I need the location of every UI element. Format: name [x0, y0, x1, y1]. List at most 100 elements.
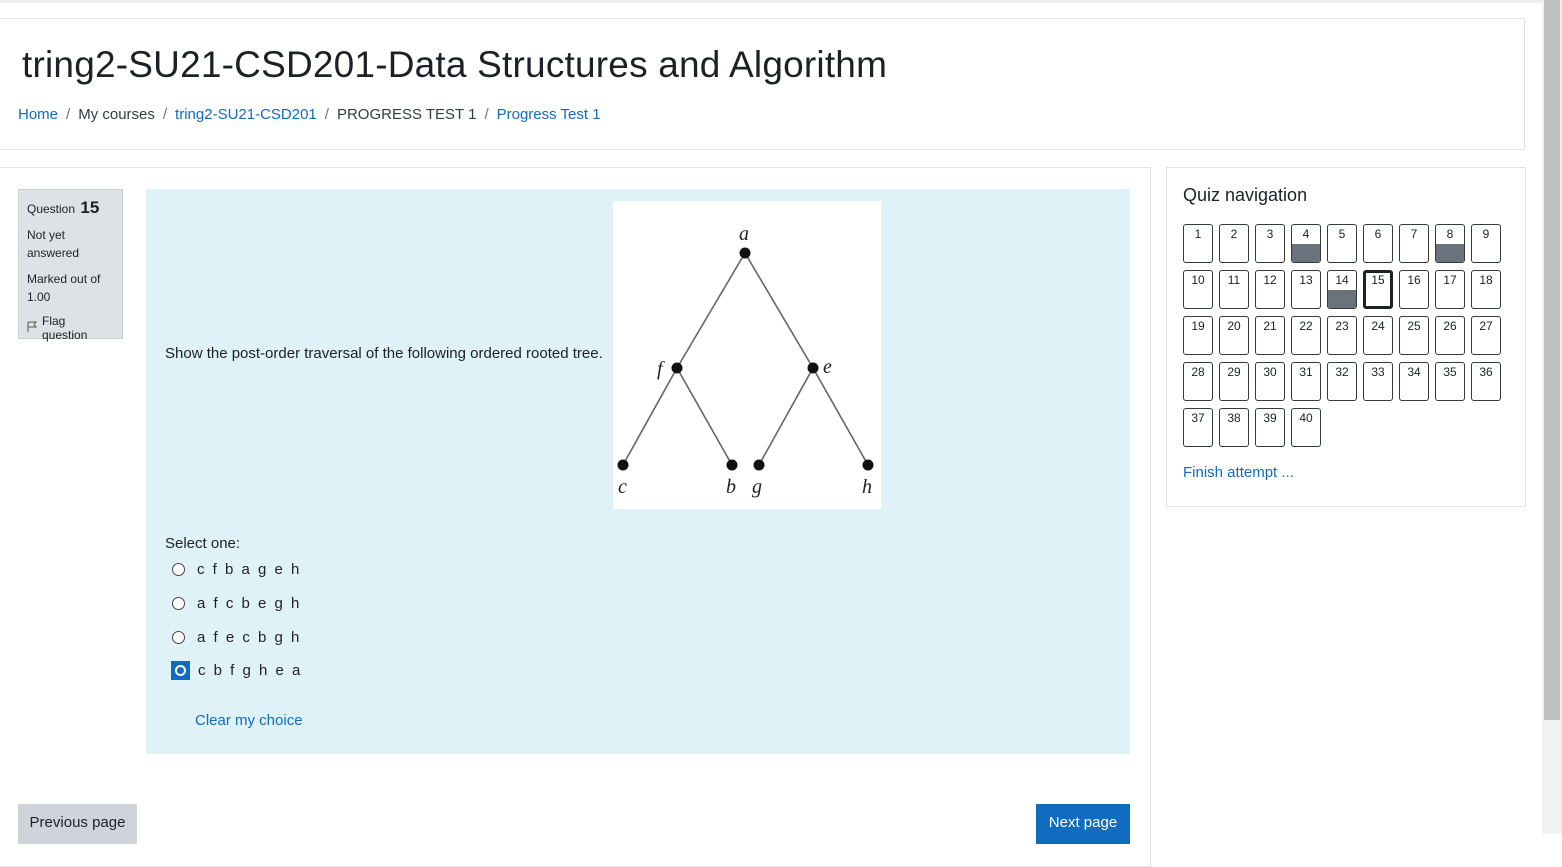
quiz-navigation-title: Quiz navigation — [1183, 185, 1308, 205]
breadcrumb-separator: / — [484, 106, 489, 123]
quiz-nav-button-1[interactable]: 1 — [1183, 224, 1213, 263]
quiz-nav-button-5[interactable]: 5 — [1327, 224, 1357, 263]
quiz-nav-button-3[interactable]: 3 — [1255, 224, 1285, 263]
breadcrumb-section: PROGRESS TEST 1 — [336, 106, 477, 123]
quiz-nav-number: 30 — [1263, 365, 1277, 379]
quiz-nav-button-9[interactable]: 9 — [1471, 224, 1501, 263]
tree-label-e: e — [823, 356, 832, 378]
quiz-nav-number: 28 — [1191, 365, 1205, 379]
question-info: Question 15 Not yet answered Marked out … — [18, 189, 123, 342]
quiz-nav-button-22[interactable]: 22 — [1291, 316, 1321, 355]
quiz-nav-number: 26 — [1443, 319, 1457, 333]
quiz-nav-number: 9 — [1482, 227, 1490, 241]
tree-label-c: c — [618, 476, 627, 498]
quiz-nav-number: 19 — [1191, 319, 1205, 333]
quiz-nav-button-8[interactable]: 8 — [1435, 224, 1465, 263]
quiz-nav-button-24[interactable]: 24 — [1363, 316, 1393, 355]
quiz-nav-button-7[interactable]: 7 — [1399, 224, 1429, 263]
quiz-nav-button-40[interactable]: 40 — [1291, 408, 1321, 447]
quiz-nav-button-10[interactable]: 10 — [1183, 270, 1213, 309]
tree-node-e — [807, 362, 819, 374]
quiz-nav-button-31[interactable]: 31 — [1291, 362, 1321, 401]
quiz-nav-button-39[interactable]: 39 — [1255, 408, 1285, 447]
quiz-nav-number: 1 — [1194, 227, 1202, 241]
quiz-nav-button-35[interactable]: 35 — [1435, 362, 1465, 401]
quiz-nav-button-38[interactable]: 38 — [1219, 408, 1249, 447]
tree-node-g — [753, 459, 765, 471]
quiz-nav-number: 37 — [1191, 411, 1205, 425]
quiz-nav-button-27[interactable]: 27 — [1471, 316, 1501, 355]
flag-question-button[interactable]: Flag question — [27, 314, 114, 342]
scrollbar-thumb[interactable] — [1544, 0, 1560, 720]
answer-option-1[interactable]: c f b a g e h — [172, 561, 301, 578]
quiz-nav-button-4[interactable]: 4 — [1291, 224, 1321, 263]
question-label: Question — [27, 202, 76, 216]
tree-node-h — [862, 459, 874, 471]
quiz-nav-button-26[interactable]: 26 — [1435, 316, 1465, 355]
quiz-nav-button-28[interactable]: 28 — [1183, 362, 1213, 401]
tree-label-a: a — [739, 223, 749, 245]
quiz-nav-button-18[interactable]: 18 — [1471, 270, 1501, 309]
tree-label-b: b — [726, 476, 736, 498]
select-one-label: Select one: — [165, 535, 241, 552]
radio-button[interactable] — [172, 597, 185, 610]
quiz-nav-button-33[interactable]: 33 — [1363, 362, 1393, 401]
quiz-nav-number: 3 — [1266, 227, 1274, 241]
answered-indicator — [1436, 244, 1464, 262]
quiz-nav-button-11[interactable]: 11 — [1219, 270, 1249, 309]
tree-label-g: g — [752, 476, 762, 498]
quiz-nav-button-17[interactable]: 17 — [1435, 270, 1465, 309]
quiz-nav-button-20[interactable]: 20 — [1219, 316, 1249, 355]
breadcrumb-home[interactable]: Home — [18, 106, 58, 123]
answer-option-3[interactable]: a f e c b g h — [172, 629, 301, 646]
quiz-nav-button-19[interactable]: 19 — [1183, 316, 1213, 355]
quiz-nav-number: 31 — [1299, 365, 1313, 379]
quiz-nav-button-14[interactable]: 14 — [1327, 270, 1357, 309]
clear-choice-link[interactable]: Clear my choice — [195, 712, 303, 729]
quiz-nav-button-15[interactable]: 15 — [1363, 270, 1393, 309]
question-state: Not yet answered — [27, 228, 80, 260]
quiz-nav-button-13[interactable]: 13 — [1291, 270, 1321, 309]
quiz-nav-button-2[interactable]: 2 — [1219, 224, 1249, 263]
quiz-nav-button-16[interactable]: 16 — [1399, 270, 1429, 309]
quiz-nav-number: 11 — [1227, 273, 1241, 287]
quiz-nav-button-37[interactable]: 37 — [1183, 408, 1213, 447]
quiz-nav-number: 12 — [1263, 273, 1277, 287]
quiz-nav-number: 21 — [1263, 319, 1277, 333]
quiz-nav-number: 39 — [1263, 411, 1277, 425]
tree-diagram: a f e c b g h — [613, 201, 881, 509]
tree-node-f — [671, 362, 683, 374]
quiz-nav-button-30[interactable]: 30 — [1255, 362, 1285, 401]
quiz-nav-button-29[interactable]: 29 — [1219, 362, 1249, 401]
quiz-nav-button-34[interactable]: 34 — [1399, 362, 1429, 401]
question-text: Show the post-order traversal of the fol… — [165, 345, 603, 362]
quiz-nav-button-25[interactable]: 25 — [1399, 316, 1429, 355]
quiz-nav-number: 22 — [1299, 319, 1313, 333]
radio-button[interactable] — [172, 631, 185, 644]
tree-node-c — [617, 459, 629, 471]
quiz-nav-button-12[interactable]: 12 — [1255, 270, 1285, 309]
quiz-nav-button-32[interactable]: 32 — [1327, 362, 1357, 401]
radio-button-selected[interactable] — [171, 661, 190, 680]
quiz-nav-button-36[interactable]: 36 — [1471, 362, 1501, 401]
quiz-nav-number: 7 — [1410, 227, 1418, 241]
next-page-button[interactable]: Next page — [1036, 804, 1130, 844]
breadcrumb-separator: / — [66, 106, 71, 123]
answer-option-4[interactable]: c b f g h e a — [171, 661, 302, 680]
quiz-nav-number: 34 — [1407, 365, 1421, 379]
breadcrumb-course[interactable]: tring2-SU21-CSD201 — [175, 106, 317, 123]
answer-option-2[interactable]: a f c b e g h — [172, 595, 301, 612]
answer-label: a f c b e g h — [197, 595, 302, 612]
breadcrumb-quiz[interactable]: Progress Test 1 — [497, 106, 601, 123]
quiz-nav-number: 35 — [1443, 365, 1457, 379]
quiz-nav-number: 6 — [1374, 227, 1382, 241]
quiz-nav-button-6[interactable]: 6 — [1363, 224, 1393, 263]
quiz-nav-number: 5 — [1338, 227, 1346, 241]
question-number: Question 15 — [27, 198, 114, 218]
radio-button[interactable] — [172, 563, 185, 576]
previous-page-button[interactable]: Previous page — [18, 804, 137, 844]
quiz-nav-number: 10 — [1191, 273, 1205, 287]
quiz-nav-button-21[interactable]: 21 — [1255, 316, 1285, 355]
finish-attempt-link[interactable]: Finish attempt ... — [1183, 464, 1294, 481]
quiz-nav-button-23[interactable]: 23 — [1327, 316, 1357, 355]
